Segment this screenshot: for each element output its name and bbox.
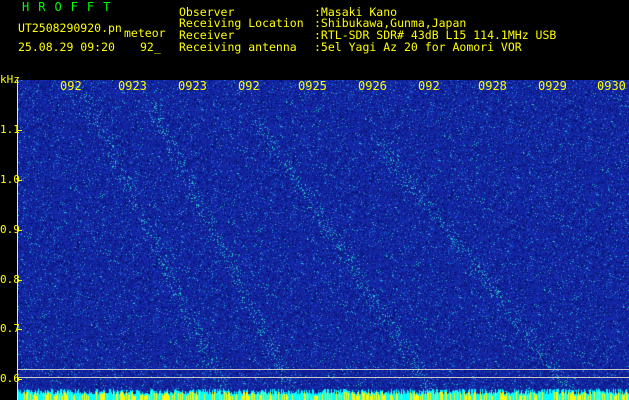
x-tick-label: 0923 — [118, 79, 147, 93]
app-title: HROFFT — [22, 0, 120, 14]
y-tick-mark — [17, 230, 22, 231]
file-type: meteor — [124, 26, 166, 40]
spectrogram-canvas — [18, 80, 629, 400]
counter: 92_ — [140, 40, 161, 54]
antenna-value: :5el Yagi Az 20 for Aomori VOR — [314, 40, 522, 54]
antenna-label: Receiving antenna — [179, 40, 297, 54]
reference-line-lower — [18, 377, 629, 378]
x-tick-label: 0930 — [597, 79, 626, 93]
x-tick-label: 092 — [418, 79, 440, 93]
file-name: UT2508290920.pn — [18, 21, 122, 35]
y-tick-mark — [17, 280, 22, 281]
y-tick-mark — [17, 180, 22, 181]
y-tick-mark — [17, 379, 22, 380]
y-tick-mark — [17, 329, 22, 330]
x-tick-label: 0925 — [298, 79, 327, 93]
x-tick-label: 0929 — [538, 79, 567, 93]
y-tick-mark — [17, 130, 22, 131]
x-tick-label: 0926 — [358, 79, 387, 93]
hrofft-window: HROFFT UT2508290920.pn meteor 25.08.29 0… — [0, 0, 629, 400]
spectrogram-waterfall — [18, 80, 629, 400]
x-tick-label: 0923 — [178, 79, 207, 93]
reference-line-upper — [18, 369, 629, 370]
x-tick-label: 092 — [238, 79, 260, 93]
x-tick-label: 0928 — [478, 79, 507, 93]
date-time: 25.08.29 09:20 — [18, 40, 115, 54]
y-axis-unit: kHz — [0, 73, 20, 86]
x-tick-label: 092 — [60, 79, 82, 93]
